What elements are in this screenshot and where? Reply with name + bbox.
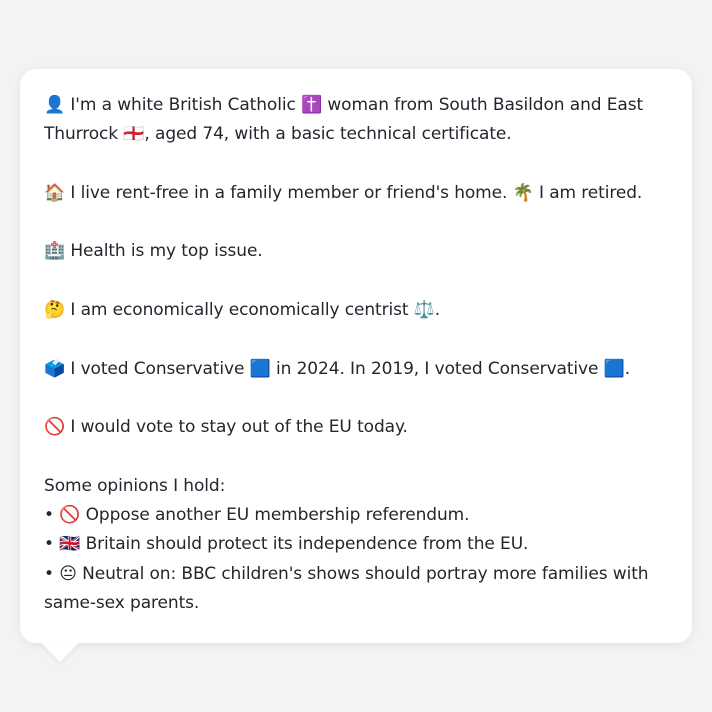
opinion-item: • 🇬🇧 Britain should protect its independ… — [44, 534, 529, 555]
identity-text: 👤 I'm a white British Catholic ✝️ woman … — [44, 95, 644, 145]
opinions-heading: Some opinions I hold: — [44, 475, 226, 496]
bubble-tail — [40, 642, 80, 662]
voting-text: 🗳️ I voted Conservative 🟦 in 2024. In 20… — [44, 358, 631, 379]
housing-text: 🏠 I live rent-free in a family member or… — [44, 182, 643, 203]
opinion-item: • 🚫 Oppose another EU membership referen… — [44, 505, 470, 526]
opinion-item: • 😐 Neutral on: BBC children's shows sho… — [44, 563, 649, 614]
opinions-section: Some opinions I hold: • 🚫 Oppose another… — [44, 472, 668, 618]
economics-text: 🤔 I am economically economically centris… — [44, 300, 441, 321]
persona-message-bubble: 👤 I'm a white British Catholic ✝️ woman … — [20, 69, 692, 643]
eu-vote-text: 🚫 I would vote to stay out of the EU tod… — [44, 417, 408, 438]
top-issue-text: 🏥 Health is my top issue. — [44, 241, 263, 262]
